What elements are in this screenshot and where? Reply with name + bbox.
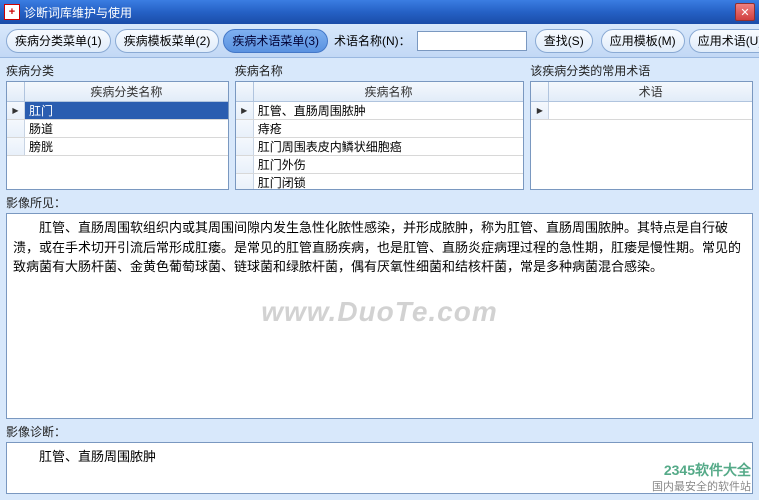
terms-header: 术语: [549, 82, 752, 101]
table-row[interactable]: 肠道: [7, 120, 228, 138]
category-panel-title: 疾病分类: [6, 60, 229, 81]
term-name-label: 术语名称(N)：: [332, 32, 413, 49]
table-row[interactable]: 肛门闭锁: [236, 174, 524, 189]
grid-header: 疾病名称: [236, 82, 524, 102]
table-row[interactable]: 痔疮: [236, 120, 524, 138]
grid-header: 疾病分类名称: [7, 82, 228, 102]
findings-text: 肛管、直肠周围软组织内或其周围间隙内发生急性化脓性感染，并形成脓肿，称为肛管、直…: [13, 220, 741, 274]
table-row[interactable]: 膀胱: [7, 138, 228, 156]
toolbar: 疾病分类菜单(1) 疾病模板菜单(2) 疾病术语菜单(3) 术语名称(N)： 查…: [0, 24, 759, 58]
disease-panel: 疾病名称 疾病名称 肛管、直肠周围脓肿痔疮肛门周围表皮内鳞状细胞癌肛门外伤肛门闭…: [235, 60, 525, 190]
table-row[interactable]: 肛门: [7, 102, 228, 120]
main-area: 疾病分类 疾病分类名称 肛门肠道膀胱 疾病名称 疾病名称 肛管、直肠周围脓肿痔疮…: [0, 58, 759, 500]
window-title: 诊断词库维护与使用: [24, 4, 735, 21]
terms-panel-title: 该疾病分类的常用术语: [530, 60, 753, 81]
table-row[interactable]: 肛门外伤: [236, 156, 524, 174]
close-button[interactable]: ✕: [735, 3, 755, 21]
term-name-input[interactable]: [417, 31, 527, 51]
table-row[interactable]: 肛门周围表皮内鳞状细胞癌: [236, 138, 524, 156]
category-grid[interactable]: 疾病分类名称 肛门肠道膀胱: [6, 81, 229, 190]
disease-grid[interactable]: 疾病名称 肛管、直肠周围脓肿痔疮肛门周围表皮内鳞状细胞癌肛门外伤肛门闭锁肛管粘膜…: [235, 81, 525, 190]
category-header: 疾病分类名称: [25, 82, 228, 101]
terms-grid[interactable]: 术语: [530, 81, 753, 190]
findings-textarea[interactable]: 肛管、直肠周围软组织内或其周围间隙内发生急性化脓性感染，并形成脓肿，称为肛管、直…: [6, 213, 753, 419]
template-menu-button[interactable]: 疾病模板菜单(2): [115, 29, 220, 53]
diagnosis-textarea[interactable]: 肛管、直肠周围脓肿: [6, 442, 753, 494]
titlebar: + 诊断词库维护与使用 ✕: [0, 0, 759, 24]
search-button[interactable]: 查找(S): [535, 29, 593, 53]
term-menu-button[interactable]: 疾病术语菜单(3): [223, 29, 328, 53]
terms-panel: 该疾病分类的常用术语 术语: [530, 60, 753, 190]
diagnosis-label: 影像诊断：: [6, 419, 753, 442]
app-icon: +: [4, 4, 20, 20]
top-panels: 疾病分类 疾病分类名称 肛门肠道膀胱 疾病名称 疾病名称 肛管、直肠周围脓肿痔疮…: [6, 60, 753, 190]
disease-panel-title: 疾病名称: [235, 60, 525, 81]
apply-term-button[interactable]: 应用术语(U): [689, 29, 759, 53]
diagnosis-text: 肛管、直肠周围脓肿: [13, 449, 156, 464]
category-menu-button[interactable]: 疾病分类菜单(1): [6, 29, 111, 53]
apply-template-button[interactable]: 应用模板(M): [601, 29, 685, 53]
table-row[interactable]: 肛管、直肠周围脓肿: [236, 102, 524, 120]
disease-header: 疾病名称: [254, 82, 524, 101]
table-row[interactable]: [531, 102, 752, 120]
watermark: www.DuoTe.com: [261, 291, 498, 333]
findings-label: 影像所见：: [6, 190, 753, 213]
category-panel: 疾病分类 疾病分类名称 肛门肠道膀胱: [6, 60, 229, 190]
grid-header: 术语: [531, 82, 752, 102]
